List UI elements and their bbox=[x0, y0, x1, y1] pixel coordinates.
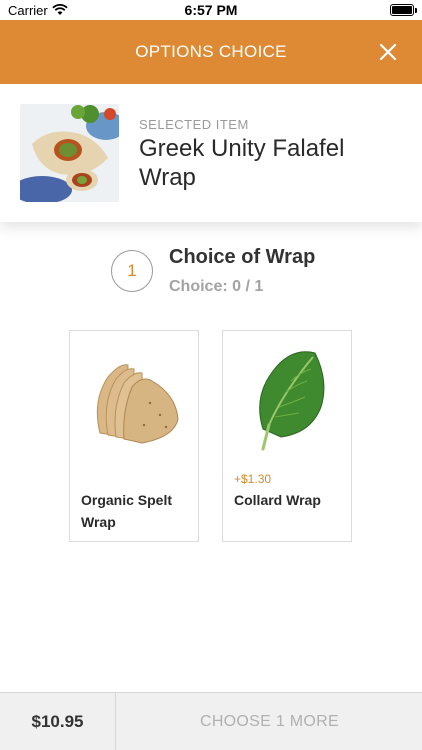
collard-leaf-image bbox=[259, 351, 325, 451]
selected-item-card: SELECTED ITEM Greek Unity Falafel Wrap bbox=[0, 84, 422, 222]
option-price: +$1.30 bbox=[234, 472, 272, 486]
option-card-organic-spelt-wrap[interactable]: Organic Spelt Wrap bbox=[69, 330, 199, 542]
status-bar: Carrier 6:57 PM bbox=[0, 0, 422, 20]
spelt-wrap-image bbox=[96, 364, 179, 444]
option-name: Collard Wrap bbox=[234, 492, 321, 508]
selected-item-name: Greek Unity Falafel Wrap bbox=[139, 135, 345, 191]
page-title: OPTIONS CHOICE bbox=[135, 42, 287, 61]
order-total: $10.95 bbox=[0, 693, 116, 750]
close-icon[interactable] bbox=[376, 40, 400, 64]
header: OPTIONS CHOICE bbox=[0, 20, 422, 84]
clock: 6:57 PM bbox=[184, 2, 238, 18]
selected-item-caption: SELECTED ITEM bbox=[139, 117, 249, 132]
option-card-collard-wrap[interactable]: +$1.30 Collard Wrap bbox=[222, 330, 352, 542]
option-name: Organic Spelt Wrap bbox=[81, 492, 173, 530]
bottom-bar: $10.95 CHOOSE 1 MORE bbox=[0, 692, 422, 750]
choice-title: Choice of Wrap bbox=[169, 246, 316, 268]
choice-count: Choice: 0 / 1 bbox=[169, 278, 264, 295]
choose-more-button[interactable]: CHOOSE 1 MORE bbox=[117, 693, 422, 750]
falafel-wrap-image bbox=[20, 104, 119, 202]
step-number-badge: 1 bbox=[111, 250, 153, 292]
battery-icon bbox=[390, 4, 417, 16]
